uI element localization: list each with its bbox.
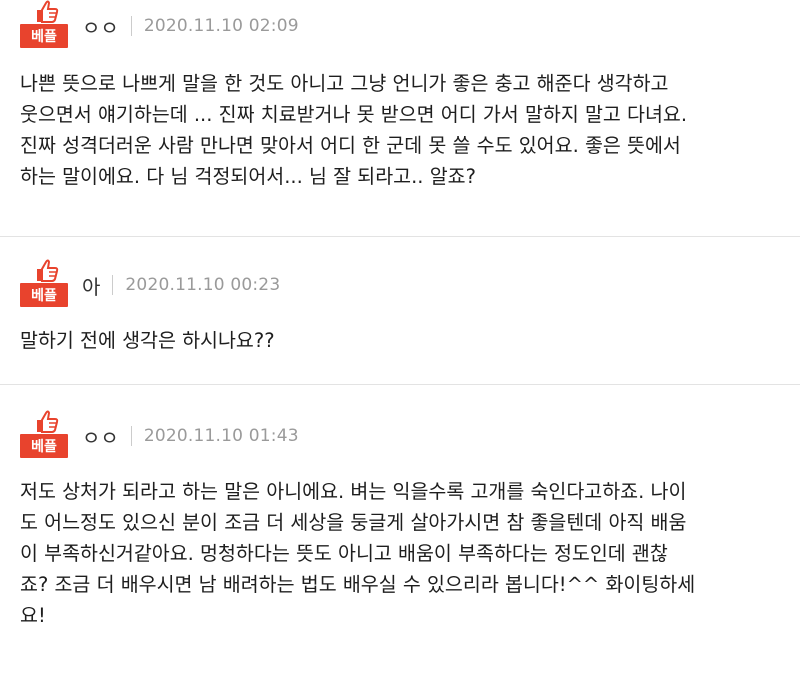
best-comment-badge: 베플 — [20, 0, 68, 52]
best-badge-label: 베플 — [20, 434, 68, 458]
comment-text: 저도 상처가 되라고 하는 말은 아니에요. 벼는 익을수록 고개를 숙인다고하… — [20, 480, 696, 627]
comment-meta: 베플 ㅇㅇ 2020.11.10 01:43 — [20, 410, 788, 462]
meta-divider — [130, 426, 132, 446]
meta-divider — [112, 275, 114, 295]
comment-text: 말하기 전에 생각은 하시나요?? — [20, 329, 275, 352]
comment-item: 베플 아 2020.11.10 00:23 말하기 전에 생각은 하시나요?? — [0, 237, 800, 385]
comment-date: 2020.11.10 02:09 — [143, 16, 299, 36]
thumbs-up-icon — [37, 259, 59, 282]
thumbs-up-icon — [37, 0, 59, 23]
comment-author[interactable]: ㅇㅇ — [82, 422, 119, 451]
comment-author[interactable]: 아 — [82, 271, 100, 300]
best-comment-badge: 베플 — [20, 410, 68, 462]
comment-date: 2020.11.10 01:43 — [143, 426, 299, 446]
meta-divider — [130, 16, 132, 36]
comment-meta: 베플 아 2020.11.10 00:23 — [20, 259, 788, 311]
best-badge-label: 베플 — [20, 283, 68, 307]
comment-item: 베플 ㅇㅇ 2020.11.10 02:09 나쁜 뜻으로 나쁘게 말을 한 것… — [0, 0, 800, 237]
comment-date: 2020.11.10 00:23 — [125, 275, 281, 295]
best-comment-badge: 베플 — [20, 259, 68, 311]
comment-author[interactable]: ㅇㅇ — [82, 12, 119, 41]
comment-text: 나쁜 뜻으로 나쁘게 말을 한 것도 아니고 그냥 언니가 좋은 충고 해준다 … — [20, 72, 688, 188]
best-badge-label: 베플 — [20, 24, 68, 48]
comment-meta: 베플 ㅇㅇ 2020.11.10 02:09 — [20, 0, 788, 52]
thumbs-up-icon — [37, 410, 59, 433]
comment-item: 베플 ㅇㅇ 2020.11.10 01:43 저도 상처가 되라고 하는 말은 … — [0, 385, 800, 683]
comment-list: 베플 ㅇㅇ 2020.11.10 02:09 나쁜 뜻으로 나쁘게 말을 한 것… — [0, 0, 800, 683]
